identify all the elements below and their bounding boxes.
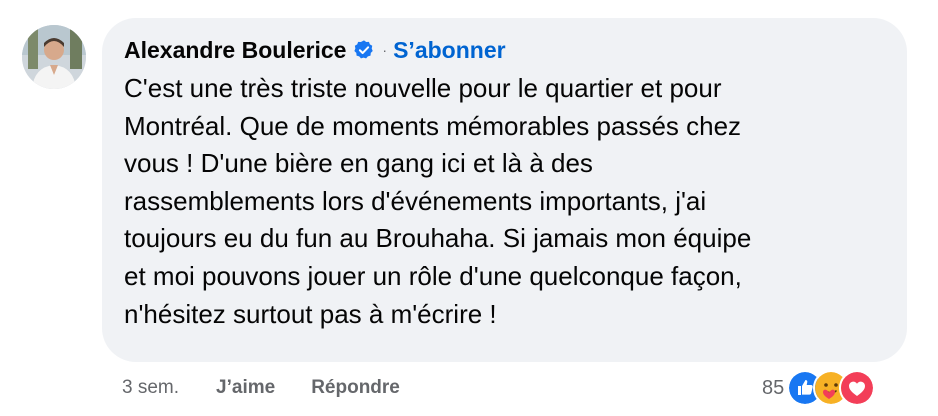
like-button[interactable]: J’aime (216, 377, 275, 399)
reaction-count: 85 (762, 376, 785, 399)
comment-timestamp[interactable]: 3 sem. (122, 377, 179, 399)
reactions-summary[interactable]: 85 (762, 370, 876, 406)
avatar-image (22, 25, 86, 89)
comment-header: Alexandre Boulerice · S’abonner (124, 36, 885, 64)
verified-badge-icon (354, 40, 374, 59)
comment-bubble: Alexandre Boulerice · S’abonner C'est un… (102, 18, 907, 362)
author-name[interactable]: Alexandre Boulerice (124, 37, 346, 64)
avatar[interactable] (22, 25, 86, 89)
separator-dot: · (382, 42, 388, 58)
reply-button[interactable]: Répondre (311, 377, 400, 399)
comment-text: C'est une très triste nouvelle pour le q… (124, 73, 752, 329)
follow-button[interactable]: S’abonner (393, 37, 505, 64)
love-icon (839, 370, 876, 406)
comment-actions: 3 sem. J’aime Répondre (122, 374, 436, 402)
